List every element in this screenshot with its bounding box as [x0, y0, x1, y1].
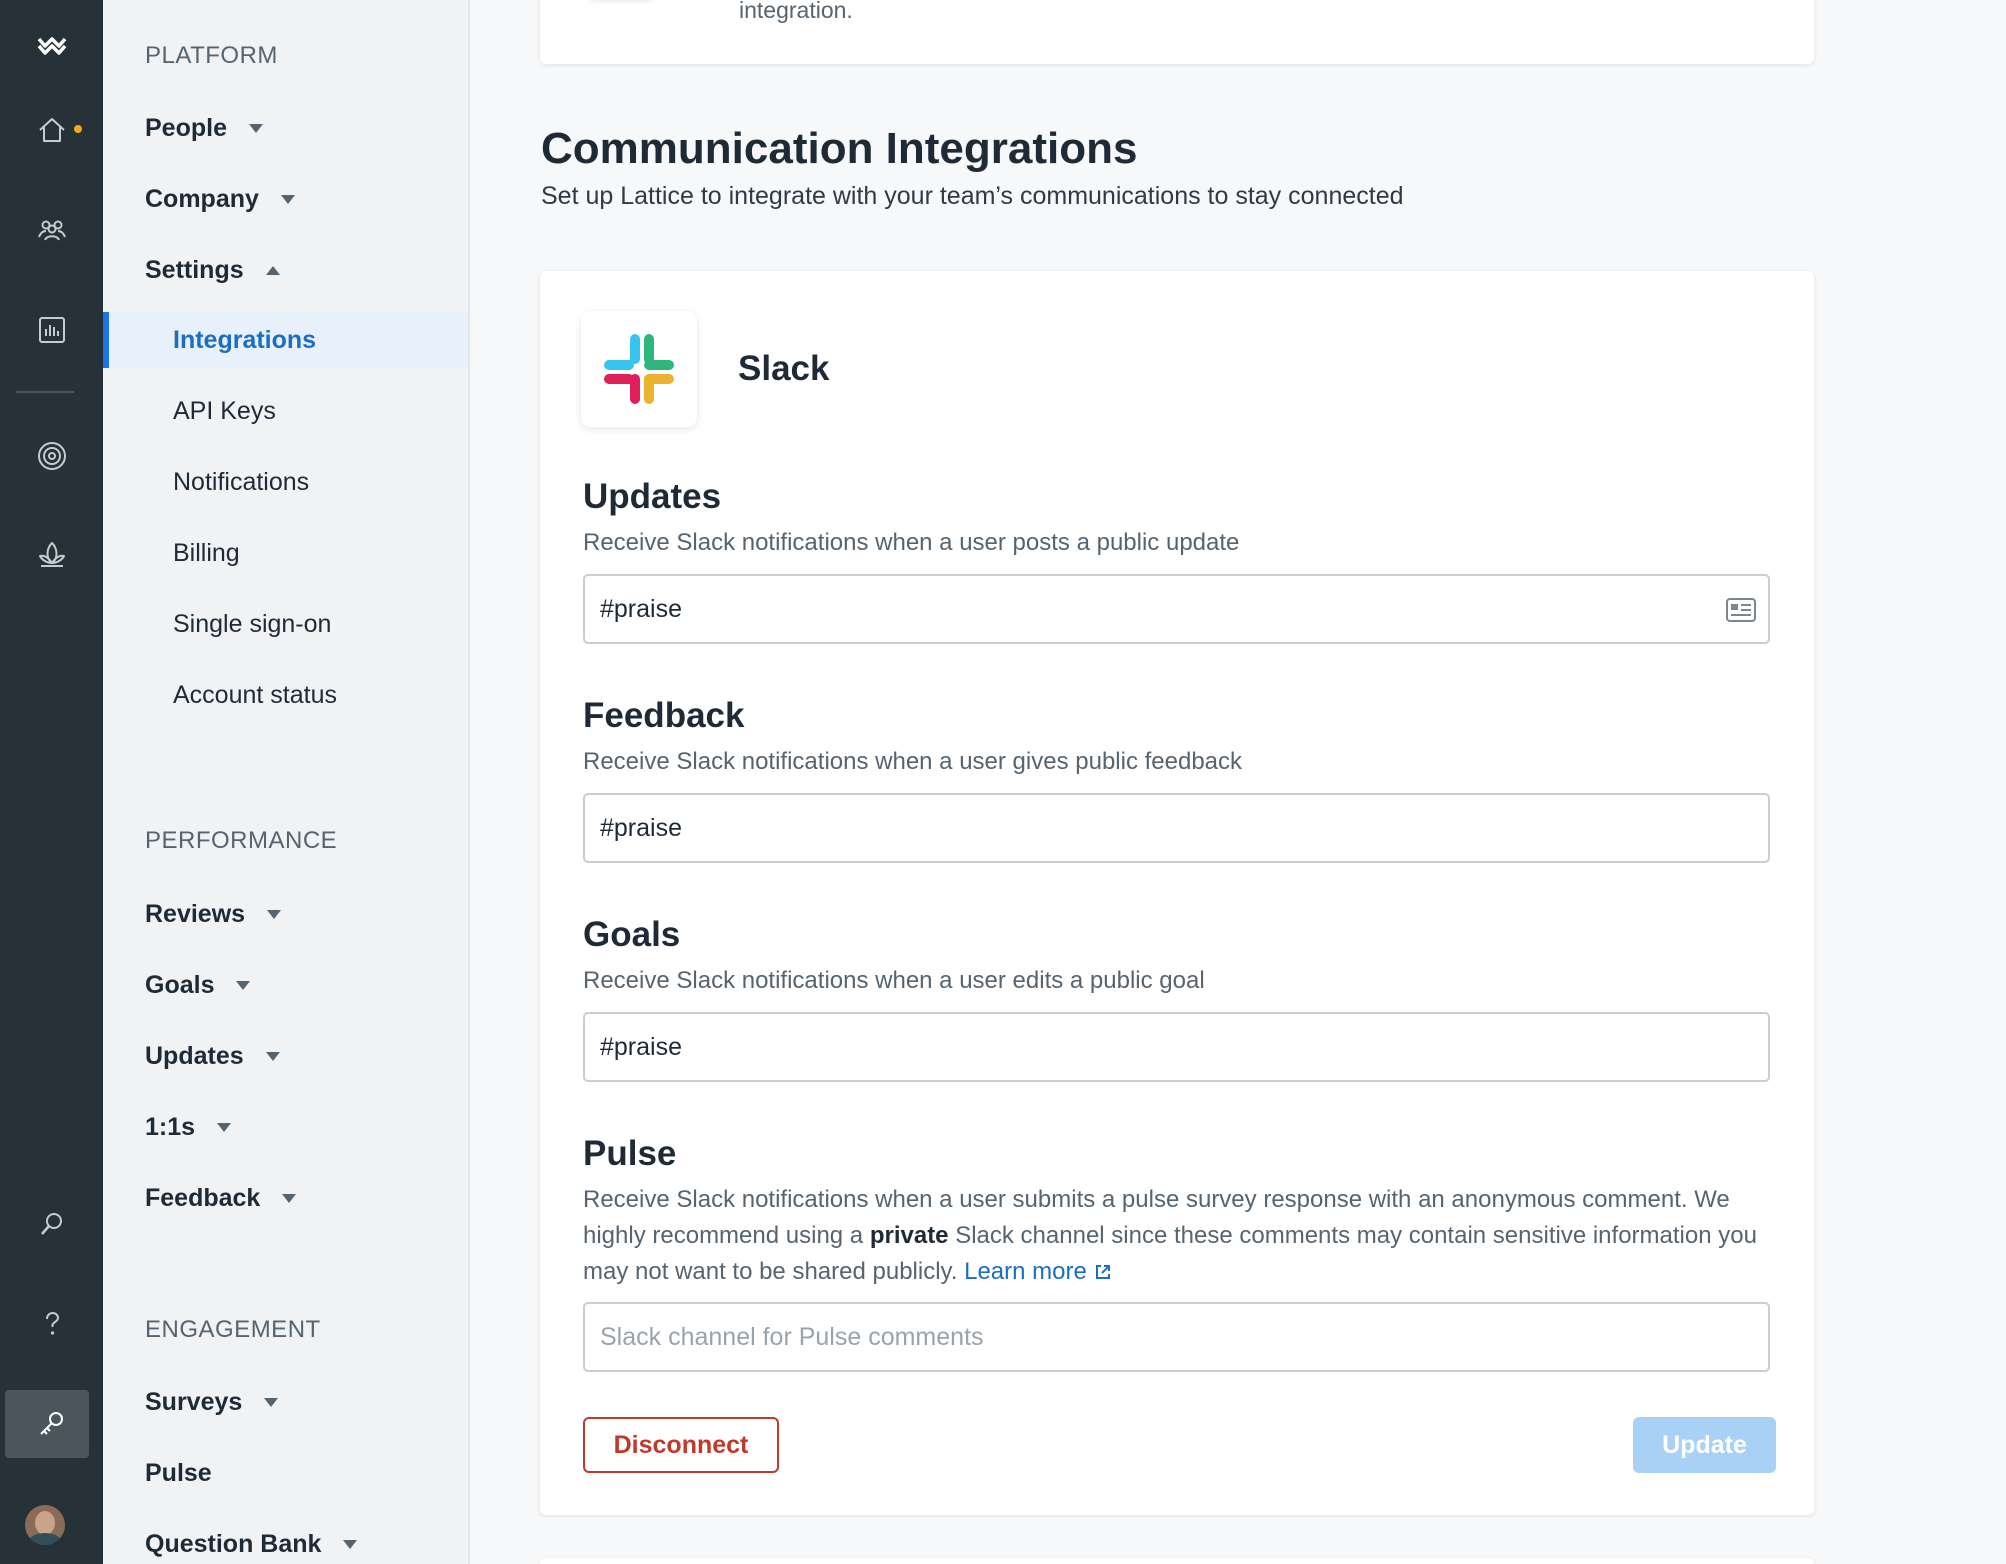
nav-item-goals[interactable]: Goals — [145, 965, 251, 1005]
nav-sub-api-keys[interactable]: API Keys — [103, 383, 468, 439]
nav-item-label: 1:1s — [145, 1112, 196, 1141]
nav-item-label: Company — [145, 184, 259, 213]
nav-section-platform: PLATFORM — [145, 42, 278, 69]
page-subtitle: Set up Lattice to integrate with your te… — [541, 182, 1404, 210]
rail-divider — [16, 391, 74, 393]
nav-item-feedback[interactable]: Feedback — [145, 1178, 297, 1218]
external-link-icon — [1095, 1265, 1110, 1279]
growth-icon[interactable] — [0, 518, 103, 590]
feedback-channel-input[interactable] — [583, 793, 1770, 863]
next-integration-card — [540, 1558, 1814, 1564]
nav-item-company[interactable]: Company — [145, 179, 295, 219]
updates-description: Receive Slack notifications when a user … — [583, 529, 1240, 556]
caret-down-icon — [267, 909, 282, 919]
updates-title: Updates — [583, 477, 722, 516]
update-button[interactable]: Update — [1633, 1417, 1776, 1473]
feedback-title: Feedback — [583, 696, 745, 735]
nav-item-label: Reviews — [145, 899, 246, 928]
nav-item-label: Surveys — [145, 1387, 243, 1416]
caret-down-icon — [343, 1539, 358, 1549]
nav-item-label: Pulse — [145, 1458, 212, 1487]
nav-section-engagement: ENGAGEMENT — [145, 1316, 321, 1343]
caret-down-icon — [264, 1397, 279, 1407]
contact-card-icon[interactable] — [1726, 598, 1756, 622]
lattice-logo-icon[interactable] — [0, 10, 103, 82]
nav-sub-notifications[interactable]: Notifications — [103, 454, 468, 510]
service-name: Slack — [738, 349, 830, 388]
home-icon[interactable] — [0, 94, 103, 166]
nav-item-question-bank[interactable]: Question Bank — [145, 1524, 358, 1564]
caret-down-icon — [280, 194, 295, 204]
nav-item-settings[interactable]: Settings — [145, 250, 280, 290]
nav-item-label: People — [145, 113, 227, 142]
nav-item-label: Question Bank — [145, 1529, 322, 1558]
analytics-icon[interactable] — [0, 294, 103, 366]
caret-down-icon — [282, 1193, 297, 1203]
nav-sub-integrations[interactable]: Integrations — [103, 312, 468, 368]
notification-dot — [74, 125, 82, 133]
key-icon[interactable] — [0, 1388, 103, 1460]
search-icon[interactable] — [0, 1188, 103, 1260]
target-icon[interactable] — [0, 420, 103, 492]
caret-down-icon — [236, 980, 251, 990]
learn-more-link[interactable]: Learn more — [964, 1258, 1111, 1285]
caret-down-icon — [248, 123, 263, 133]
nav-item-one-on-ones[interactable]: 1:1s — [145, 1107, 232, 1147]
nav-sub-single-sign-on[interactable]: Single sign-on — [103, 596, 468, 652]
integration-description: integration. — [739, 0, 853, 23]
caret-up-icon — [265, 265, 280, 275]
settings-nav: PLATFORM People Company Settings Integra… — [103, 0, 470, 1564]
people-icon[interactable] — [0, 194, 103, 266]
goals-title: Goals — [583, 915, 681, 954]
pulse-description: Receive Slack notifications when a user … — [583, 1182, 1769, 1290]
caret-down-icon — [265, 1051, 280, 1061]
slack-logo-icon — [581, 311, 697, 427]
previous-integration-card: integration. — [540, 0, 1814, 64]
page-title: Communication Integrations — [541, 124, 1138, 173]
nav-item-updates[interactable]: Updates — [145, 1036, 280, 1076]
feedback-description: Receive Slack notifications when a user … — [583, 748, 1243, 775]
nav-item-pulse[interactable]: Pulse — [145, 1453, 212, 1493]
avatar[interactable] — [25, 1505, 65, 1545]
nav-item-people[interactable]: People — [145, 108, 263, 148]
goals-description: Receive Slack notifications when a user … — [583, 967, 1205, 994]
pulse-channel-input[interactable] — [583, 1302, 1770, 1372]
goals-channel-input[interactable] — [583, 1012, 1770, 1082]
help-icon[interactable] — [0, 1288, 103, 1360]
nav-item-reviews[interactable]: Reviews — [145, 894, 282, 934]
nav-sub-account-status[interactable]: Account status — [103, 667, 468, 723]
nav-item-label: Settings — [145, 255, 244, 284]
learn-more-label: Learn more — [964, 1258, 1087, 1285]
nav-sub-billing[interactable]: Billing — [103, 525, 468, 581]
nav-section-performance: PERFORMANCE — [145, 827, 338, 854]
disconnect-button[interactable]: Disconnect — [583, 1417, 779, 1473]
pulse-description-bold: private — [869, 1222, 949, 1249]
updates-channel-input[interactable] — [583, 574, 1770, 644]
pulse-title: Pulse — [583, 1134, 677, 1173]
nav-item-label: Goals — [145, 970, 215, 999]
icon-rail — [0, 0, 103, 1564]
slack-integration-card: Slack Updates Receive Slack notification… — [540, 271, 1814, 1515]
nav-item-surveys[interactable]: Surveys — [145, 1382, 279, 1422]
nav-item-label: Updates — [145, 1041, 244, 1070]
caret-down-icon — [217, 1122, 232, 1132]
nav-item-label: Feedback — [145, 1183, 261, 1212]
